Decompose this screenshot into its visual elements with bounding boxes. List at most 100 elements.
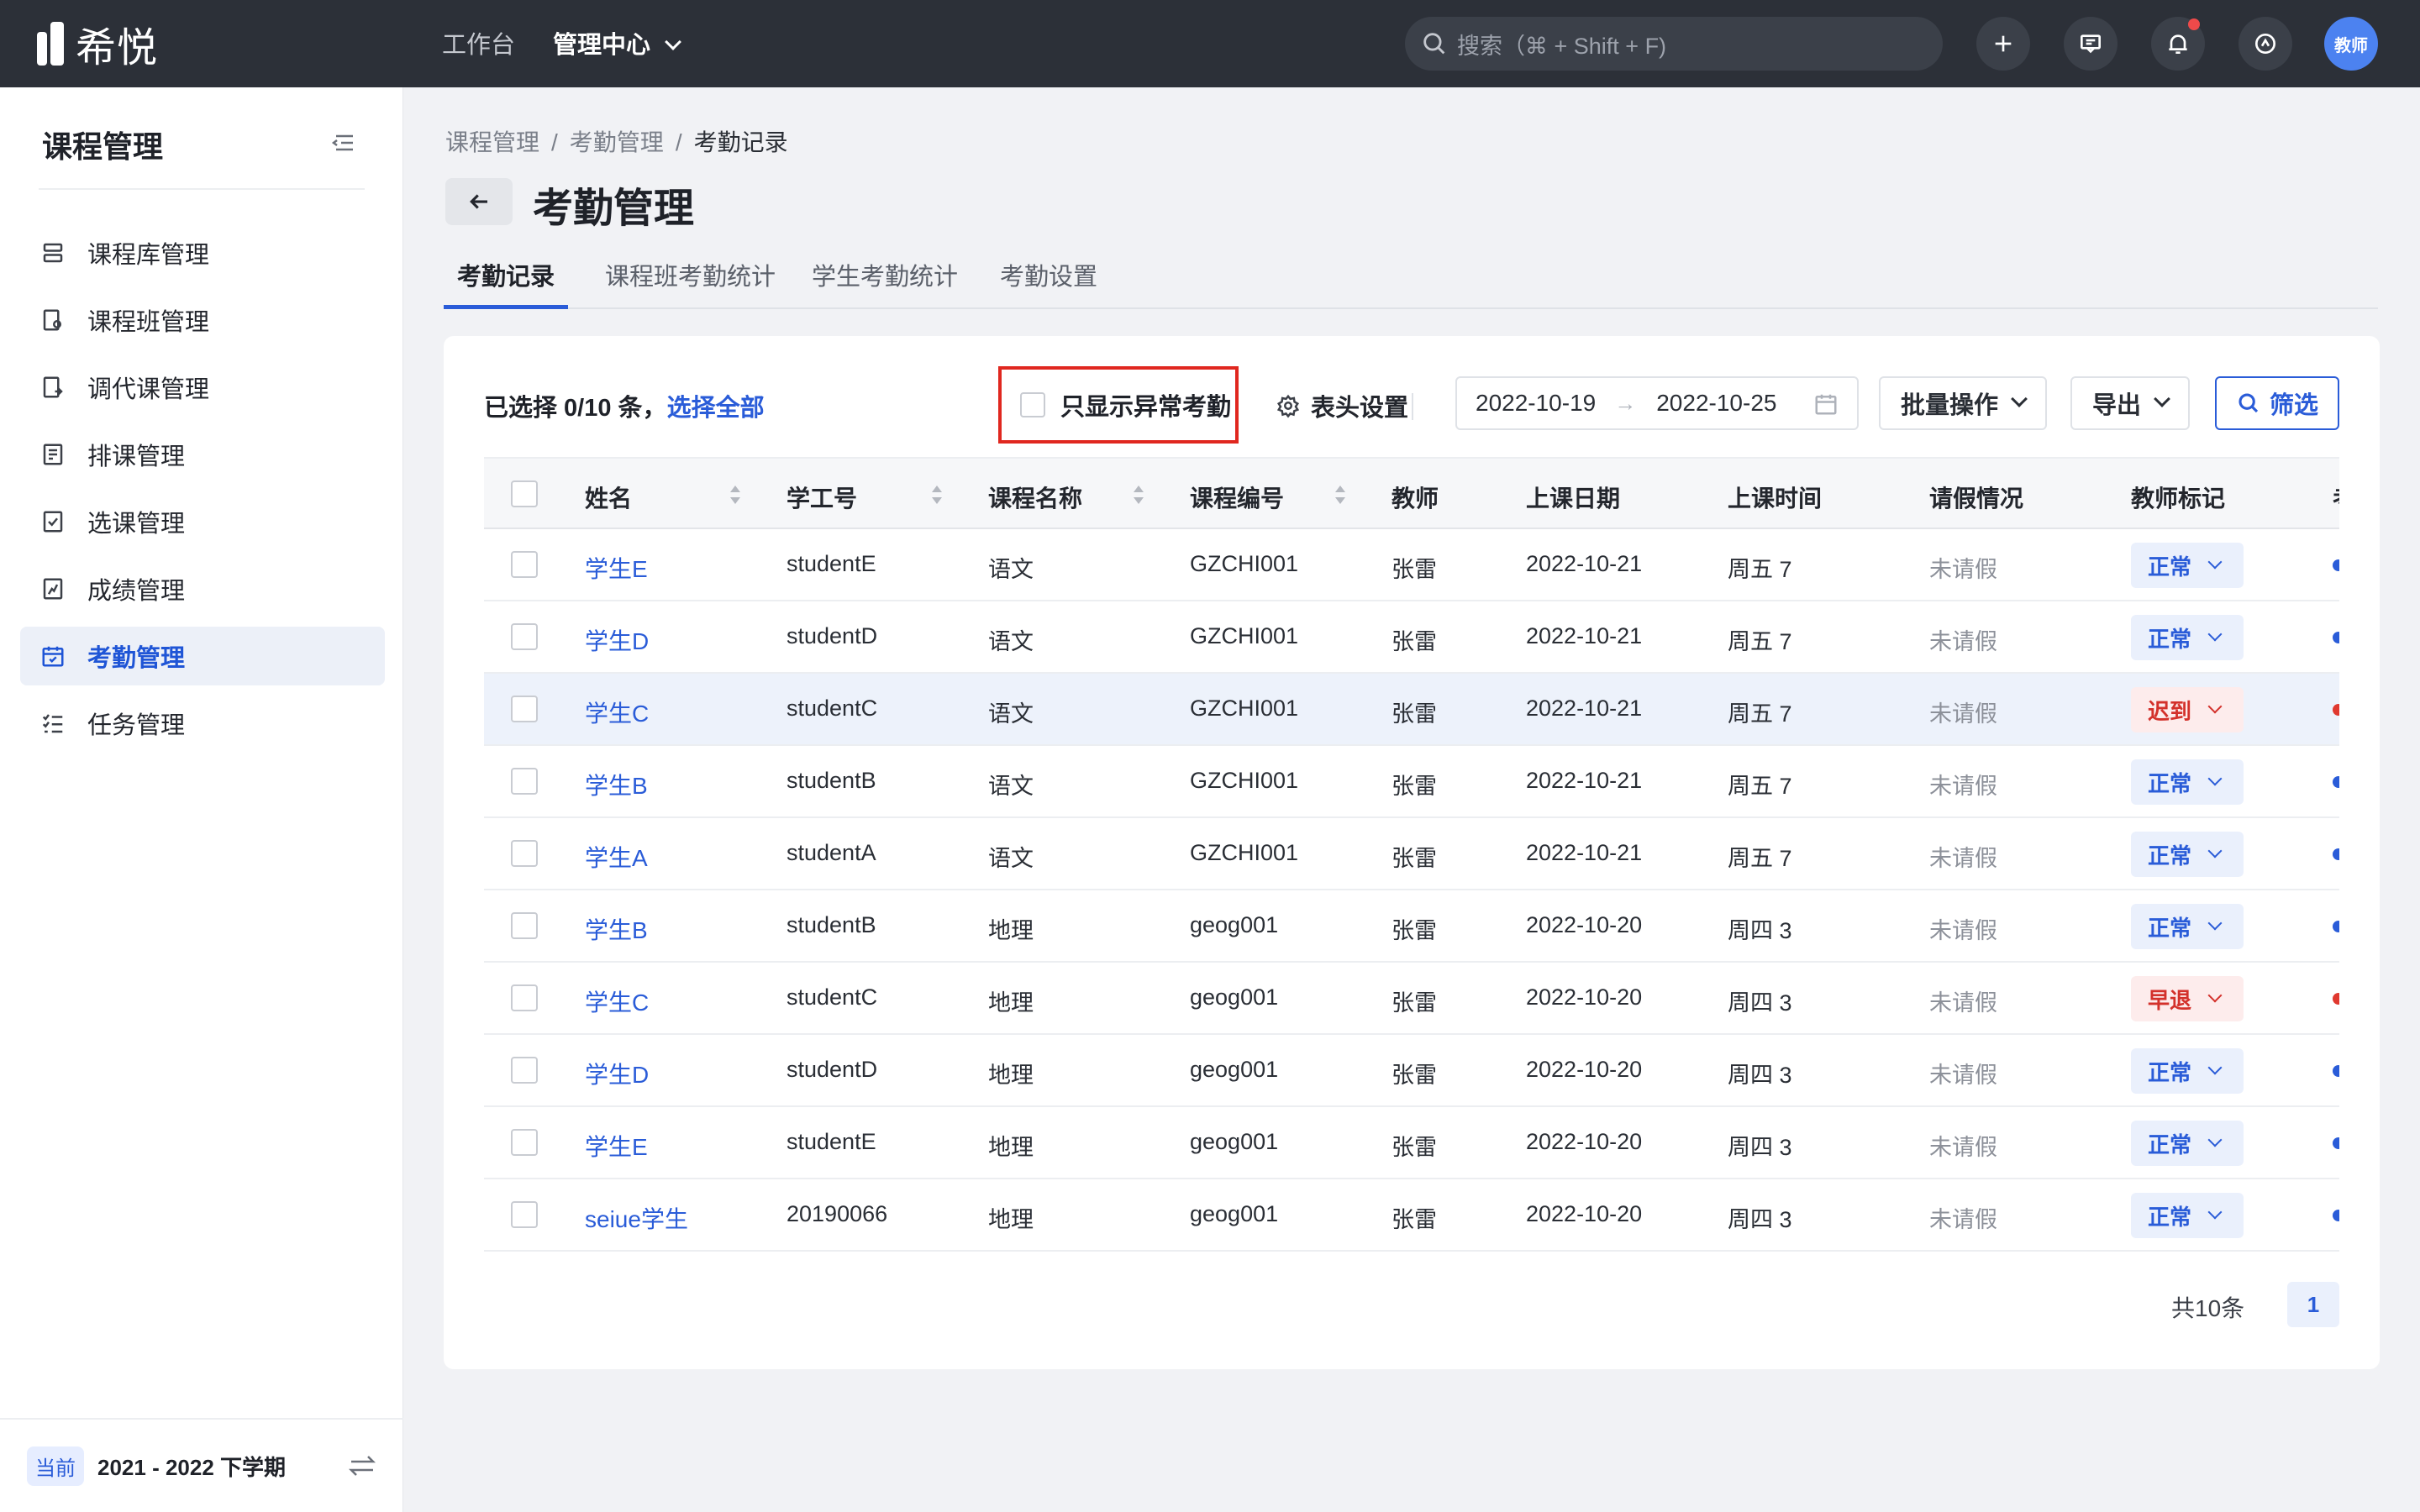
table-row[interactable]: 学生B studentB 地理 geog001 张雷 2022-10-20 周四 3 未请假 正…	[484, 890, 2339, 963]
table-row[interactable]: 学生A studentA 语文 GZCHI001 张雷 2022-10-21 周五 7 未请假…	[484, 818, 2339, 890]
sidebar-item-course-selection[interactable]: 选课管理	[20, 492, 385, 551]
app-logo[interactable]: 希悦	[37, 20, 158, 71]
swap-icon[interactable]	[348, 1453, 376, 1478]
teacher-mark-select[interactable]: 正常	[2131, 1048, 2244, 1094]
column-header-id[interactable]: 学工号	[786, 480, 857, 514]
cell-name[interactable]: 学生E	[585, 551, 648, 585]
cell-leave: 未请假	[1929, 701, 1997, 727]
cell-name[interactable]: 学生D	[585, 1057, 649, 1090]
notifications-button[interactable]	[2151, 17, 2205, 71]
tab-student-attendance-stats[interactable]: 学生考勤统计	[798, 257, 971, 309]
cell-name[interactable]: 学生B	[585, 912, 648, 946]
table-row[interactable]: 学生C studentC 地理 geog001 张雷 2022-10-20 周四 3 未请假 早…	[484, 963, 2339, 1035]
select-all-checkbox[interactable]	[511, 480, 538, 507]
date-end[interactable]: 2022-10-25	[1656, 390, 1776, 417]
top-bar: 希悦 工作台 管理中心 搜索（⌘ + Shift + F) 教师	[0, 0, 2420, 87]
cell-name[interactable]: 学生A	[585, 840, 648, 874]
row-checkbox[interactable]	[511, 551, 538, 578]
row-checkbox[interactable]	[511, 768, 538, 795]
sidebar-item-substitute[interactable]: 调代课管理	[20, 358, 385, 417]
table-row[interactable]: seiue学生 20190066 地理 geog001 张雷 2022-10-20 周四 3…	[484, 1179, 2339, 1252]
select-all-link[interactable]: 选择全部	[667, 395, 765, 422]
sort-icon[interactable]	[1133, 484, 1144, 506]
sort-icon[interactable]	[931, 484, 943, 506]
teacher-mark-select[interactable]: 迟到	[2131, 687, 2244, 732]
checkbox[interactable]	[1020, 392, 1045, 417]
cell-time: 周四 3	[1728, 990, 1792, 1016]
help-button[interactable]	[2238, 17, 2292, 71]
nav-admin-center-label: 管理中心	[553, 32, 651, 59]
teacher-mark-select[interactable]: 正常	[2131, 543, 2244, 588]
sort-icon[interactable]	[1334, 484, 1346, 506]
cell-name[interactable]: seiue学生	[585, 1201, 688, 1235]
cell-course-code: GZCHI001	[1190, 623, 1299, 648]
cell-date: 2022-10-21	[1526, 623, 1643, 648]
sidebar-item-course-class[interactable]: 课程班管理	[20, 291, 385, 349]
table-row[interactable]: 学生E studentE 语文 GZCHI001 张雷 2022-10-21 周五 7 未请假…	[484, 529, 2339, 601]
schedule-icon	[43, 444, 63, 465]
export-dropdown[interactable]: 导出	[2070, 376, 2191, 430]
teacher-mark-select[interactable]: 正常	[2131, 1193, 2244, 1238]
calendar-icon	[1815, 394, 1837, 415]
date-start[interactable]: 2022-10-19	[1476, 390, 1596, 417]
user-avatar[interactable]: 教师	[2324, 17, 2378, 71]
date-range-picker[interactable]: 2022-10-19 → 2022-10-25	[1455, 376, 1859, 430]
row-checkbox[interactable]	[511, 840, 538, 867]
back-button[interactable]	[445, 178, 513, 225]
batch-actions-dropdown[interactable]: 批量操作	[1879, 376, 2048, 430]
cell-time: 周五 7	[1728, 701, 1792, 727]
column-settings-button[interactable]: 表头设置	[1276, 388, 1408, 423]
row-checkbox[interactable]	[511, 1129, 538, 1156]
nav-workbench[interactable]: 工作台	[442, 25, 515, 60]
table-row[interactable]: 学生D studentD 地理 geog001 张雷 2022-10-20 周四 3 未请假 正…	[484, 1035, 2339, 1107]
table-row[interactable]: 学生B studentB 语文 GZCHI001 张雷 2022-10-21 周五 7 未请假…	[484, 746, 2339, 818]
chevron-down-icon	[2011, 391, 2028, 407]
teacher-mark-select[interactable]: 正常	[2131, 832, 2244, 877]
sort-icon[interactable]	[729, 484, 741, 506]
cell-name[interactable]: 学生E	[585, 1129, 648, 1163]
sidebar-item-course-library[interactable]: 课程库管理	[20, 223, 385, 282]
breadcrumb-item[interactable]: 课程管理	[445, 129, 539, 155]
tab-class-attendance-stats[interactable]: 课程班考勤统计	[592, 257, 789, 309]
sidebar-item-attendance[interactable]: 考勤管理	[20, 627, 385, 685]
messages-button[interactable]	[2064, 17, 2118, 71]
status-dot	[2333, 632, 2339, 643]
row-checkbox[interactable]	[511, 1201, 538, 1228]
cell-name[interactable]: 学生C	[585, 984, 649, 1018]
breadcrumb-item[interactable]: 考勤管理	[570, 129, 664, 155]
filter-button[interactable]: 筛选	[2215, 376, 2339, 430]
global-search[interactable]: 搜索（⌘ + Shift + F)	[1405, 17, 1943, 71]
sidebar-item-tasks[interactable]: 任务管理	[20, 694, 385, 753]
row-checkbox[interactable]	[511, 1057, 538, 1084]
add-button[interactable]	[1976, 17, 2030, 71]
cell-name[interactable]: 学生D	[585, 623, 649, 657]
search-icon	[1423, 33, 1445, 55]
teacher-mark-select[interactable]: 正常	[2131, 1121, 2244, 1166]
row-checkbox[interactable]	[511, 623, 538, 650]
cell-course: 地理	[988, 1135, 1034, 1160]
sidebar-item-scheduling[interactable]: 排课管理	[20, 425, 385, 484]
nav-admin-center[interactable]: 管理中心	[553, 25, 681, 60]
row-checkbox[interactable]	[511, 984, 538, 1011]
cell-name[interactable]: 学生B	[585, 768, 648, 801]
row-checkbox[interactable]	[511, 696, 538, 722]
sidebar-item-grades[interactable]: 成绩管理	[20, 559, 385, 618]
teacher-mark-select[interactable]: 早退	[2131, 976, 2244, 1021]
pagination-page[interactable]: 1	[2287, 1282, 2339, 1327]
teacher-mark-select[interactable]: 正常	[2131, 615, 2244, 660]
teacher-mark-select[interactable]: 正常	[2131, 904, 2244, 949]
column-header-course[interactable]: 课程名称	[988, 480, 1082, 514]
row-checkbox[interactable]	[511, 912, 538, 939]
collapse-sidebar-icon[interactable]	[331, 133, 355, 153]
tab-attendance-records[interactable]: 考勤记录	[444, 257, 569, 309]
table-row[interactable]: 学生D studentD 语文 GZCHI001 张雷 2022-10-21 周五 7 未请假…	[484, 601, 2339, 674]
table-row[interactable]: 学生E studentE 地理 geog001 张雷 2022-10-20 周四 3 未请假 正…	[484, 1107, 2339, 1179]
task-list-icon	[42, 714, 63, 733]
column-header-course-code[interactable]: 课程编号	[1190, 480, 1284, 514]
cell-name[interactable]: 学生C	[585, 696, 649, 729]
tab-attendance-settings[interactable]: 考勤设置	[986, 257, 1111, 309]
column-header-name[interactable]: 姓名	[585, 480, 632, 514]
teacher-mark-select[interactable]: 正常	[2131, 759, 2244, 805]
abnormal-only-checkbox[interactable]: 只显示异常考勤	[998, 366, 1239, 444]
table-row[interactable]: 学生C studentC 语文 GZCHI001 张雷 2022-10-21 周五 7 未请假…	[484, 674, 2339, 746]
